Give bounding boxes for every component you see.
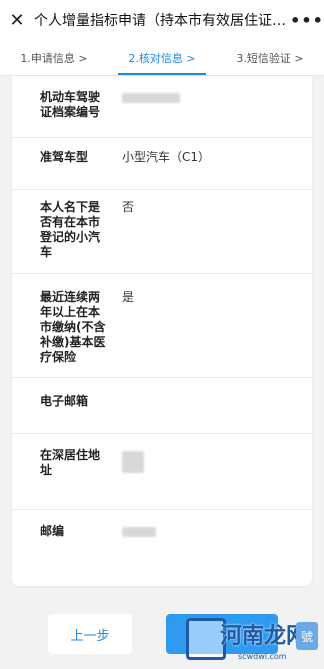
field-value-redacted	[122, 448, 144, 509]
field-label: 在深居住地址	[40, 448, 101, 477]
field-label: 邮编	[40, 524, 65, 538]
step-verify-info[interactable]: 2.核对信息 >	[108, 40, 216, 75]
watermark-tag: 號	[296, 622, 318, 650]
more-icon[interactable]: •••	[290, 0, 324, 40]
watermark-text: 河南龙网	[220, 623, 309, 649]
watermark-url: scwdwl.com	[238, 652, 287, 661]
prev-step-button[interactable]: 上一步	[48, 614, 132, 654]
field-label: 准驾车型	[40, 150, 89, 164]
field-row-email: 电子邮箱	[12, 378, 312, 434]
info-card: 机动车驾驶证档案编号 准驾车型 小型汽车（C1） 本人名下是否有在本市登记的小汽…	[12, 76, 312, 586]
field-value: 是	[122, 290, 135, 304]
field-value-redacted	[122, 90, 180, 137]
field-row-license-file-number: 机动车驾驶证档案编号	[12, 76, 312, 138]
step-tabs: 1.申请信息 > 2.核对信息 > 3.短信验证 >	[0, 40, 324, 76]
step-sms-verify[interactable]: 3.短信验证 >	[216, 40, 324, 75]
field-row-owns-car: 本人名下是否有在本市登记的小汽车 否	[12, 190, 312, 274]
field-row-address: 在深居住地址	[12, 434, 312, 510]
watermark-logo: 河南龙网 scwdwl.com 號	[186, 612, 324, 669]
close-icon[interactable]: ✕	[0, 0, 34, 40]
field-value: 否	[122, 200, 135, 214]
field-label: 本人名下是否有在本市登记的小汽车	[40, 200, 101, 259]
field-label: 最近连续两年以上在本市缴纳(不含补缴)基本医疗保险	[40, 290, 106, 364]
field-label: 机动车驾驶证档案编号	[40, 90, 101, 119]
field-value-redacted	[122, 524, 156, 576]
field-row-medical-insurance: 最近连续两年以上在本市缴纳(不含补缴)基本医疗保险 是	[12, 274, 312, 378]
field-row-postcode: 邮编	[12, 510, 312, 576]
field-value: 小型汽车（C1）	[122, 150, 211, 164]
field-label: 电子邮箱	[40, 394, 89, 408]
page-title: 个人增量指标申请（持本市有效居住证的...	[34, 13, 290, 29]
field-row-vehicle-class: 准驾车型 小型汽车（C1）	[12, 138, 312, 190]
step-apply-info[interactable]: 1.申请信息 >	[0, 40, 108, 75]
title-bar: ✕ 个人增量指标申请（持本市有效居住证的... •••	[0, 0, 324, 40]
